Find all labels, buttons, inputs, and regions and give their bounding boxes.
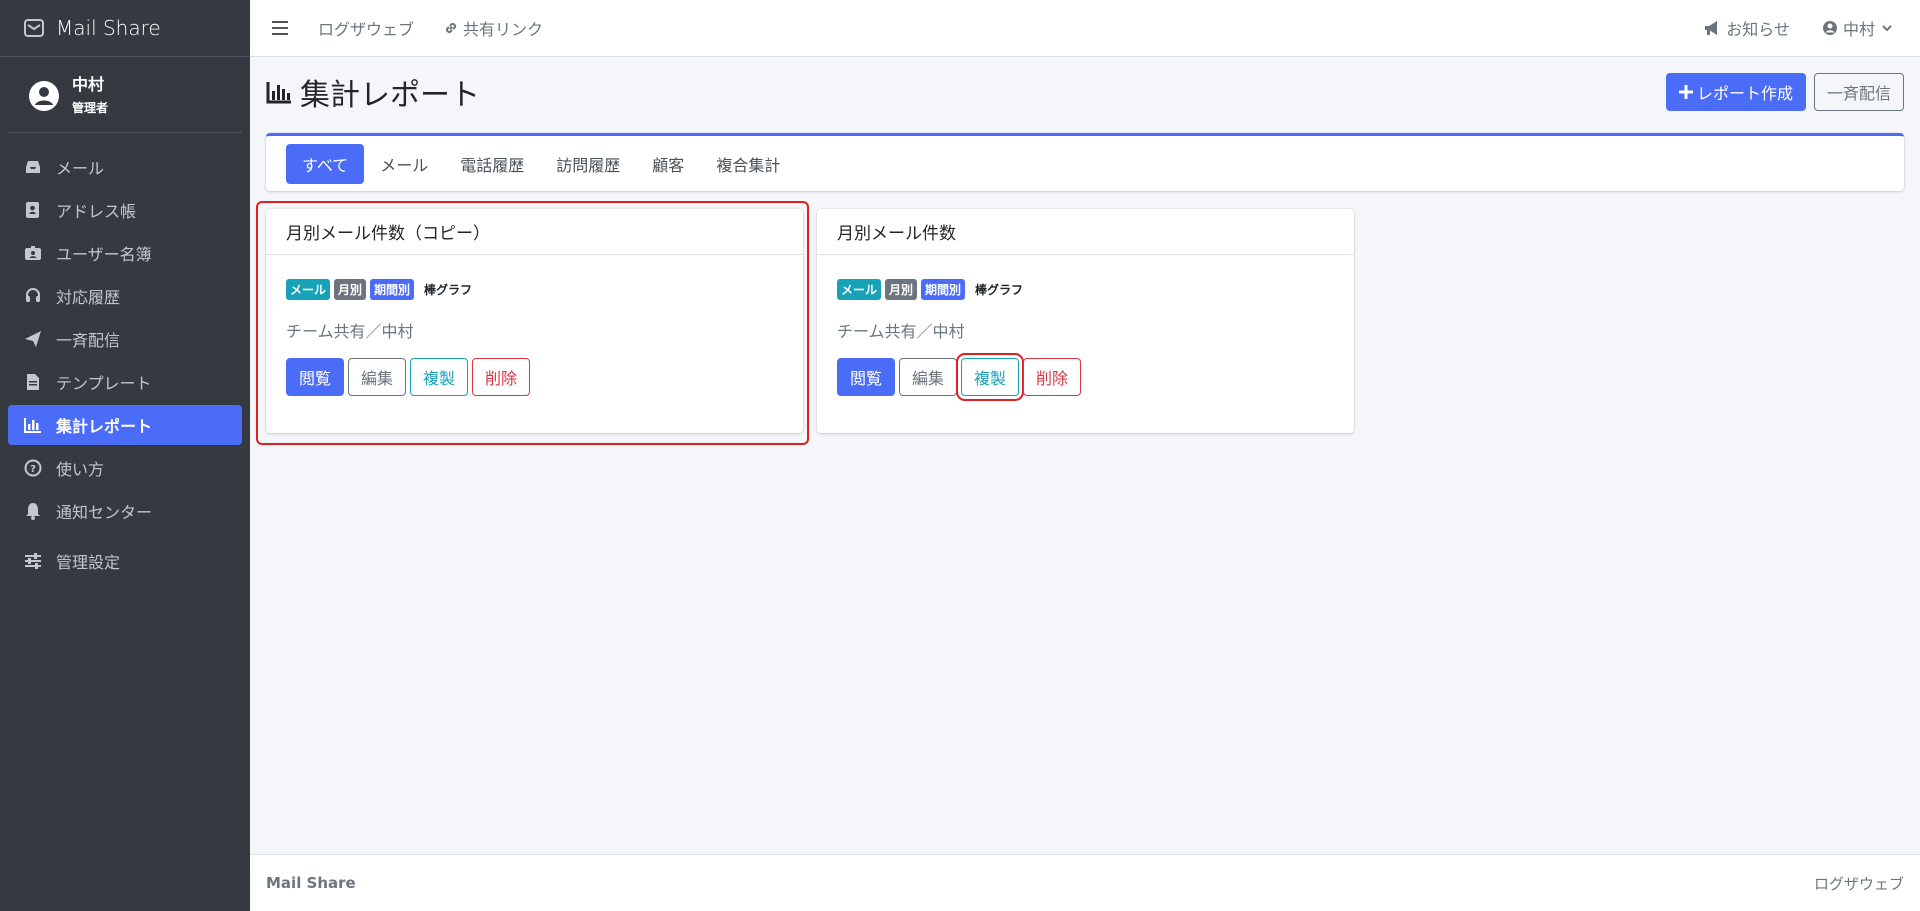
chart-type-label: 棒グラフ xyxy=(975,283,1024,297)
sidebar-item-label: ユーザー名簿 xyxy=(56,245,152,264)
footer-brand: Mail Share xyxy=(266,874,356,892)
topbar: ログザウェブ 共有リンク お知らせ 中村 xyxy=(250,0,1920,57)
edit-button[interactable]: 編集 xyxy=(899,358,958,396)
sliders-icon xyxy=(24,552,42,570)
question-circle-icon: ? xyxy=(24,459,42,477)
tab-customer[interactable]: 顧客 xyxy=(636,144,700,184)
tab-phone-history[interactable]: 電話履歴 xyxy=(444,144,540,184)
edit-button[interactable]: 編集 xyxy=(348,358,407,396)
footer: Mail Share ログザウェブ xyxy=(250,854,1920,911)
user-name[interactable]: 中村 xyxy=(72,75,108,95)
id-badge-icon xyxy=(24,244,42,262)
copy-button[interactable]: 複製 xyxy=(410,358,469,396)
badge-data-type: メール xyxy=(286,279,331,300)
copy-button[interactable]: 複製 xyxy=(956,353,1025,401)
link-icon xyxy=(446,22,457,34)
headset-icon xyxy=(24,287,42,305)
sidebar-item-label: メール xyxy=(56,159,105,178)
view-button[interactable]: 閲覧 xyxy=(837,358,896,396)
sidebar-item-label: 対応履歴 xyxy=(56,288,121,307)
sidebar-item-history[interactable]: 対応履歴 xyxy=(8,276,242,316)
chart-bar-icon xyxy=(266,82,291,104)
report-card-title: 月別メール件数（コピー） xyxy=(266,209,803,255)
mail-share-logo-icon xyxy=(24,19,44,37)
tab-visit-history[interactable]: 訪問履歴 xyxy=(540,144,636,184)
page-header: 集計レポート レポート作成 一斉配信 xyxy=(250,57,1920,127)
sidebar-item-mail[interactable]: メール xyxy=(8,147,242,187)
sidebar-item-label: アドレス帳 xyxy=(56,202,137,221)
inbox-icon xyxy=(24,158,42,176)
chevron-down-icon xyxy=(1882,25,1892,32)
sidebar-item-label: 管理設定 xyxy=(56,553,121,572)
address-book-icon xyxy=(24,201,42,219)
report-card: 月別メール件数 メール 月別 期間別 棒グラフ チーム共有／中村 閲覧 編集 複… xyxy=(817,209,1354,433)
badge-grouping: 期間別 xyxy=(370,279,415,300)
sidebar-item-label: 集計レポート xyxy=(56,417,153,436)
topbar-user-menu[interactable]: 中村 xyxy=(1822,16,1898,40)
page-title: 集計レポート xyxy=(266,70,480,114)
user-panel: 中村 管理者 xyxy=(8,57,242,133)
user-role: 管理者 xyxy=(72,101,109,115)
report-category-tabs: すべて メール 電話履歴 訪問履歴 顧客 複合集計 xyxy=(266,133,1904,191)
topbar-link-share-links[interactable]: 共有リンク xyxy=(444,16,543,40)
sidebar-nav: メール アドレス帳 ユーザー名簿 対応履歴 一斉配信 テンプレート 集計レポート… xyxy=(0,133,250,581)
delete-button[interactable]: 削除 xyxy=(472,358,531,396)
view-button[interactable]: 閲覧 xyxy=(286,358,345,396)
bullhorn-icon xyxy=(1705,21,1718,35)
badge-interval: 月別 xyxy=(334,279,367,300)
broadcast-button[interactable]: 一斉配信 xyxy=(1813,73,1904,111)
sidebar-item-reports[interactable]: 集計レポート xyxy=(8,405,242,445)
brand-name: Mail Share xyxy=(56,16,161,40)
report-owner: チーム共有／中村 xyxy=(837,322,965,341)
badge-data-type: メール xyxy=(837,279,882,300)
file-icon xyxy=(24,373,42,391)
sidebar-item-broadcast[interactable]: 一斉配信 xyxy=(8,319,242,359)
sidebar-item-notifications[interactable]: 通知センター xyxy=(8,491,242,531)
tab-combined[interactable]: 複合集計 xyxy=(700,144,796,184)
badge-interval: 月別 xyxy=(885,279,918,300)
chart-bar-icon xyxy=(24,416,42,434)
sidebar-item-user-directory[interactable]: ユーザー名簿 xyxy=(8,233,242,273)
tab-mail[interactable]: メール xyxy=(364,144,444,184)
delete-button[interactable]: 削除 xyxy=(1023,358,1082,396)
bell-icon xyxy=(24,502,42,520)
footer-company: ログザウェブ xyxy=(1813,874,1904,893)
report-card-title: 月別メール件数 xyxy=(817,209,1354,255)
hamburger-menu-icon[interactable] xyxy=(272,21,288,35)
topbar-notice-link[interactable]: お知らせ xyxy=(1703,16,1790,40)
paper-plane-icon xyxy=(24,330,42,348)
create-report-button[interactable]: レポート作成 xyxy=(1665,73,1806,111)
sidebar-item-label: テンプレート xyxy=(56,374,152,393)
tab-all[interactable]: すべて xyxy=(286,143,365,184)
user-avatar-icon xyxy=(29,80,59,111)
sidebar: Mail Share 中村 管理者 メール アドレス帳 ユーザー名簿 対応履歴 xyxy=(0,0,250,911)
sidebar-item-label: 使い方 xyxy=(56,460,105,479)
sidebar-item-address-book[interactable]: アドレス帳 xyxy=(8,190,242,230)
main-content: 集計レポート レポート作成 一斉配信 すべて メール 電話履歴 訪問履歴 顧客 … xyxy=(250,57,1920,854)
sidebar-item-help[interactable]: ? 使い方 xyxy=(8,448,242,488)
report-owner: チーム共有／中村 xyxy=(286,322,414,341)
sidebar-item-template[interactable]: テンプレート xyxy=(8,362,242,402)
report-card: 月別メール件数（コピー） メール 月別 期間別 棒グラフ チーム共有／中村 閲覧… xyxy=(266,209,803,433)
report-card-list: 月別メール件数（コピー） メール 月別 期間別 棒グラフ チーム共有／中村 閲覧… xyxy=(266,209,1354,433)
chart-type-label: 棒グラフ xyxy=(424,283,473,297)
topbar-link-logthe-web[interactable]: ログザウェブ xyxy=(318,16,414,40)
sidebar-item-label: 一斉配信 xyxy=(56,331,121,350)
svg-text:?: ? xyxy=(30,464,36,475)
brand-link[interactable]: Mail Share xyxy=(0,0,250,57)
sidebar-item-admin-settings[interactable]: 管理設定 xyxy=(8,541,242,581)
plus-icon xyxy=(1678,85,1693,99)
sidebar-item-label: 通知センター xyxy=(56,503,153,522)
user-circle-icon xyxy=(1822,21,1837,35)
badge-grouping: 期間別 xyxy=(921,279,966,300)
